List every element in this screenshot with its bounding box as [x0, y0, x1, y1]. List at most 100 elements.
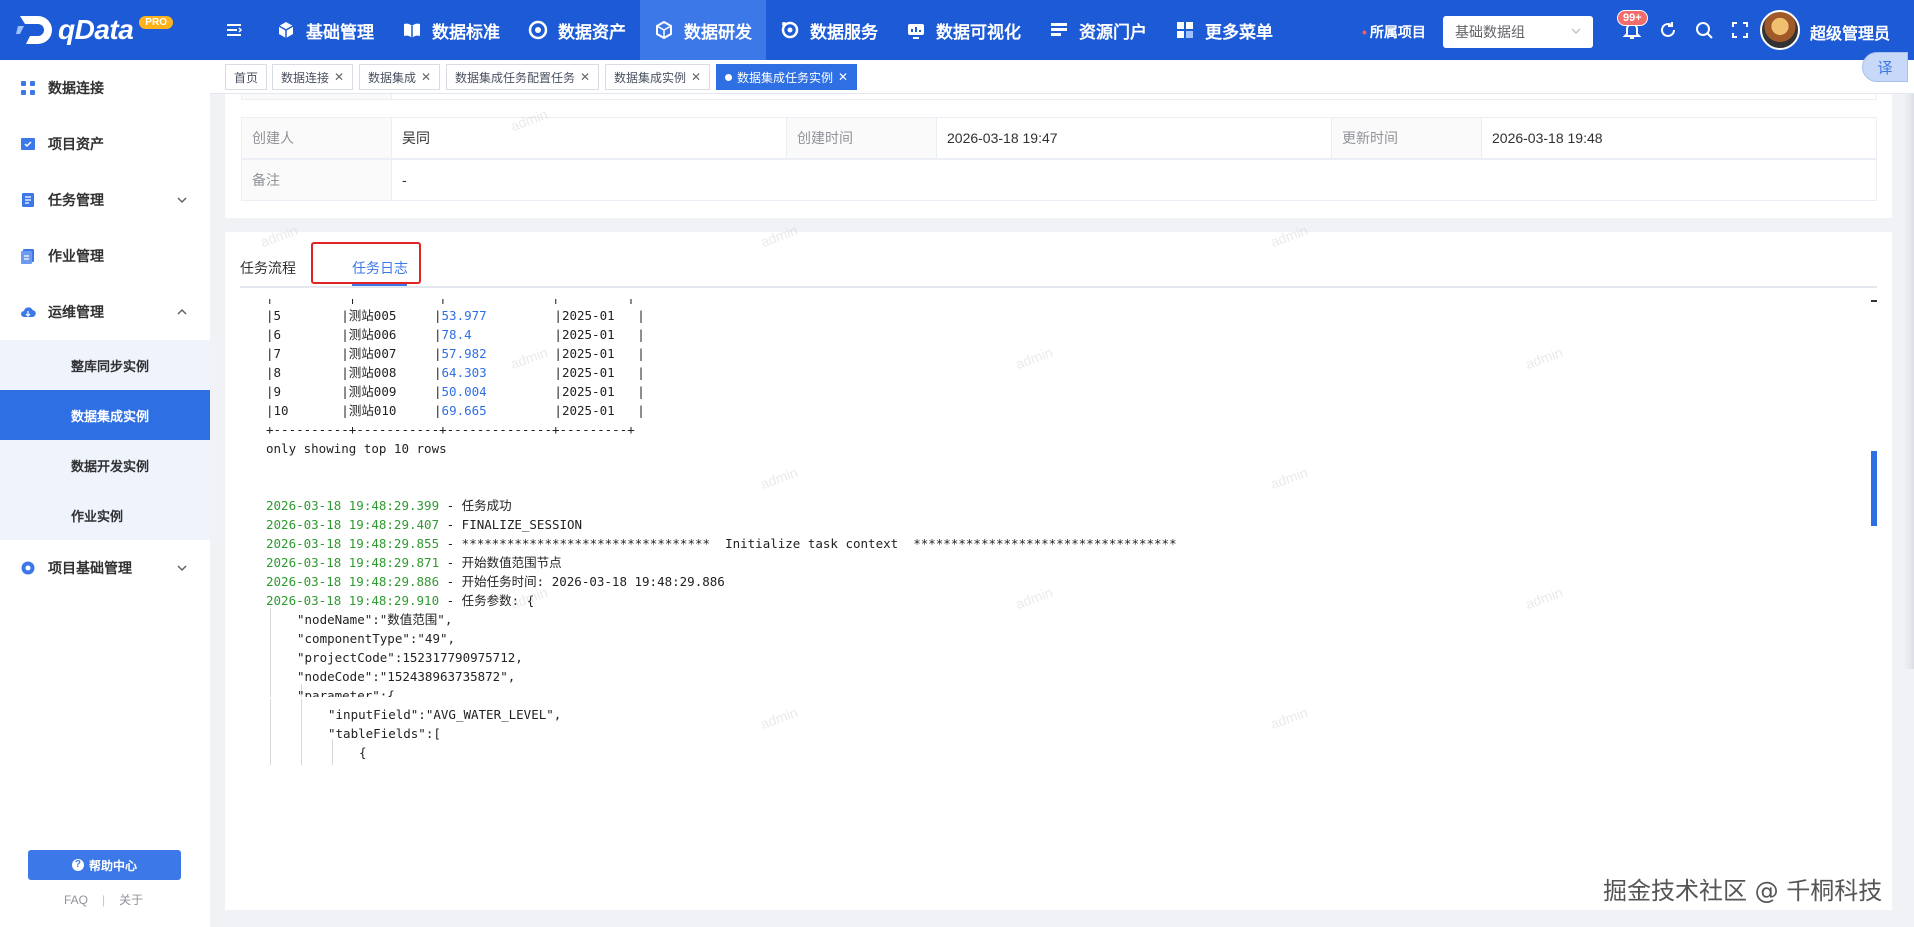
- menu-toggle-icon[interactable]: [224, 20, 244, 40]
- info-value: -: [392, 94, 1878, 99]
- sidebar-item-task-management[interactable]: 任务管理: [0, 172, 210, 228]
- project-select[interactable]: 基础数据组: [1443, 16, 1593, 48]
- app-logo[interactable]: qData PRO: [16, 10, 173, 50]
- sidebar-sub-label: 整库同步实例: [71, 358, 150, 374]
- close-icon[interactable]: ✕: [691, 70, 701, 84]
- sidebar-sub-integration-instance[interactable]: 数据集成实例: [0, 390, 210, 440]
- tab-label: 数据连接: [281, 70, 330, 85]
- task-log-card: 任务流程 任务日志 | | | | | |5 |测站005 |53.977 |2…: [225, 232, 1892, 910]
- search-button[interactable]: [1686, 12, 1722, 48]
- settings-icon: [21, 561, 35, 575]
- search-icon: [1696, 22, 1713, 39]
- tab-label: 数据集成任务实例: [737, 70, 834, 85]
- log-scrollbar-thumb[interactable]: [1871, 451, 1877, 526]
- tab-integration-task-instance[interactable]: 数据集成任务实例 ✕: [716, 64, 858, 90]
- cloud-icon: [21, 307, 36, 318]
- log-entry: 2026-03-18 19:48:29.855 - **************…: [266, 536, 1177, 551]
- info-label: 描述: [242, 94, 392, 99]
- chevron-up-icon: [177, 308, 187, 315]
- nav-item-asset[interactable]: 数据资产: [514, 0, 640, 60]
- sidebar-item-data-connection[interactable]: 数据连接: [0, 60, 210, 116]
- nav-item-label: 更多菜单: [1205, 22, 1273, 42]
- nav-item-label: 数据可视化: [936, 22, 1021, 42]
- faq-link[interactable]: FAQ: [64, 893, 88, 907]
- logo-icon: [16, 16, 52, 44]
- log-table-row: |6 |测站006 |78.4 |2025-01 |: [266, 327, 645, 342]
- task-info-card: 描述 - 创建人 吴同 创建时间 2026-03-18 19:47 更新时间 2…: [225, 94, 1892, 218]
- fullscreen-button[interactable]: [1722, 12, 1758, 48]
- tab-integration-instance[interactable]: 数据集成实例 ✕: [605, 64, 711, 90]
- top-icon-group: [1614, 0, 1758, 60]
- tags-view-bar: 首页 数据连接 ✕ 数据集成 ✕ 数据集成任务配置任务 ✕ 数据集成实例 ✕ 数据集成任…: [210, 60, 1914, 94]
- chevron-down-icon: [1571, 28, 1581, 35]
- nav-item-label: 数据研发: [684, 22, 752, 42]
- notification-badge: 99+: [1617, 10, 1648, 26]
- sidebar-item-label: 运维管理: [48, 304, 104, 320]
- tab-home[interactable]: 首页: [225, 64, 268, 90]
- highlight-annotation-box: [311, 242, 421, 284]
- nav-item-label: 数据资产: [558, 22, 626, 42]
- sidebar-item-label: 数据连接: [48, 80, 104, 96]
- tab-data-connection[interactable]: 数据连接 ✕: [272, 64, 354, 90]
- log-table-row: |5 |测站005 |53.977 |2025-01 |: [266, 308, 645, 323]
- log-viewer[interactable]: | | | | | |5 |测站005 |53.977 |2025-01 | |…: [240, 299, 1870, 697]
- tab-data-integration[interactable]: 数据集成 ✕: [359, 64, 441, 90]
- log-entry: 2026-03-18 19:48:29.399 - 任务成功: [266, 498, 512, 513]
- translate-button[interactable]: 译: [1862, 52, 1908, 82]
- log-json-line: "tableFields":[: [328, 726, 441, 741]
- log-table-row: |7 |测站007 |57.982 |2025-01 |: [266, 346, 645, 361]
- log-table-border: +----------+-----------+--------------+-…: [266, 422, 635, 437]
- about-link[interactable]: 关于: [119, 891, 143, 908]
- close-icon[interactable]: ✕: [421, 70, 431, 84]
- sidebar-sub-full-sync-instance[interactable]: 整库同步实例: [0, 340, 210, 390]
- sidebar-sub-dev-instance[interactable]: 数据开发实例: [0, 440, 210, 490]
- sidebar-item-label: 项目资产: [48, 136, 104, 152]
- project-select-value: 基础数据组: [1455, 24, 1525, 40]
- tab-task-flow[interactable]: 任务流程: [240, 258, 296, 278]
- active-tab-indicator: [352, 284, 407, 286]
- info-value: 吴同: [392, 118, 787, 158]
- username[interactable]: 超级管理员: [1810, 20, 1890, 44]
- avatar[interactable]: [1760, 10, 1800, 50]
- nav-item-more[interactable]: 更多菜单: [1161, 0, 1287, 60]
- sidebar-item-project-basic[interactable]: 项目基础管理: [0, 540, 210, 596]
- sidebar-sub-label: 数据集成实例: [71, 408, 150, 424]
- close-icon[interactable]: ✕: [838, 70, 848, 84]
- log-table-row: |10 |测站010 |69.665 |2025-01 |: [266, 403, 645, 418]
- nav-item-label: 数据服务: [810, 22, 878, 42]
- pro-badge: PRO: [139, 15, 173, 29]
- refresh-button[interactable]: [1650, 12, 1686, 48]
- log-table-row: |8 |测站008 |64.303 |2025-01 |: [266, 365, 645, 380]
- info-value: 2026-03-18 19:48: [1492, 130, 1603, 146]
- log-json-line: {: [359, 745, 367, 760]
- tab-integration-task-config[interactable]: 数据集成任务配置任务 ✕: [446, 64, 600, 90]
- nav-item-service[interactable]: 数据服务: [766, 0, 892, 60]
- nav-item-visual[interactable]: 数据可视化: [892, 0, 1035, 60]
- indent-guide: [270, 699, 271, 765]
- sidebar-item-label: 作业管理: [48, 248, 104, 264]
- log-line: only showing top 10 rows: [266, 441, 447, 456]
- nav-item-dev[interactable]: 数据研发: [640, 0, 766, 60]
- sidebar-sub-job-instance[interactable]: 作业实例: [0, 490, 210, 540]
- sidebar: 数据连接 项目资产 任务管理 作业管理 运维管理 整库同步实例 数据集成实例 数…: [0, 60, 210, 927]
- sidebar-item-label: 任务管理: [48, 192, 104, 208]
- indent-guide: [270, 608, 271, 697]
- info-row-description: 描述 -: [241, 94, 1877, 100]
- help-center-button[interactable]: ? 帮助中心: [28, 850, 181, 880]
- sidebar-item-job-management[interactable]: 作业管理: [0, 228, 210, 284]
- logo-text: qData: [58, 14, 134, 45]
- tab-label: 数据集成: [368, 70, 417, 85]
- nav-item-standard[interactable]: 数据标准: [388, 0, 514, 60]
- nav-item-portal[interactable]: 资源门户: [1035, 0, 1161, 60]
- connection-icon: [21, 81, 35, 95]
- translate-label: 译: [1877, 59, 1893, 77]
- sidebar-item-ops-management[interactable]: 运维管理: [0, 284, 210, 340]
- page-scrollbar[interactable]: [1904, 94, 1914, 669]
- project-label: • 所属项目: [1362, 22, 1426, 42]
- log-entry: 2026-03-18 19:48:29.910 - 任务参数: {: [266, 593, 535, 608]
- sidebar-item-project-asset[interactable]: 项目资产: [0, 116, 210, 172]
- log-entry: 2026-03-18 19:48:29.871 - 开始数值范围节点: [266, 555, 562, 570]
- close-icon[interactable]: ✕: [580, 70, 590, 84]
- nav-item-basic[interactable]: 基础管理: [262, 0, 388, 60]
- close-icon[interactable]: ✕: [334, 70, 344, 84]
